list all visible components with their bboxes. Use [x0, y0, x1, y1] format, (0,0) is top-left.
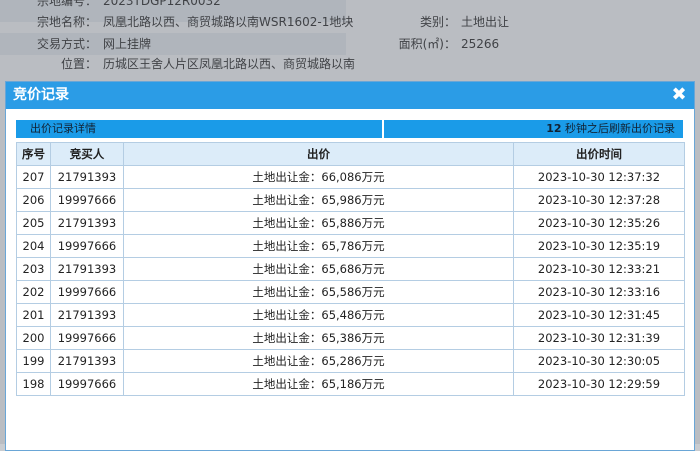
cell-no: 201: [16, 303, 51, 327]
cell-bidder: 19997666: [50, 372, 124, 396]
header-time: 出价时间: [513, 142, 685, 166]
cell-no: 203: [16, 257, 51, 281]
cell-time: 2023-10-30 12:31:45: [513, 303, 685, 327]
cell-no: 199: [16, 349, 51, 373]
cell-no: 198: [16, 372, 51, 396]
cell-price: 土地出让金：65,186万元: [123, 372, 514, 396]
cell-price: 土地出让金：65,686万元: [123, 257, 514, 281]
cell-price: 土地出让金：65,986万元: [123, 188, 514, 212]
cell-price: 土地出让金：65,386万元: [123, 326, 514, 350]
cell-bidder: 21791393: [50, 303, 124, 327]
table-row: 207 21791393 土地出让金：66,086万元 2023-10-30 12:3…: [16, 165, 685, 189]
cell-price: 土地出让金：66,086万元: [123, 165, 514, 189]
table-row: 200 19997666 土地出让金：65,386万元 2023-10-30 12:3…: [16, 326, 685, 350]
cell-no: 206: [16, 188, 51, 212]
dialog-header: 竞价记录 ✖: [6, 82, 694, 109]
close-icon[interactable]: ✖: [670, 86, 688, 104]
cell-bidder: 19997666: [50, 280, 124, 304]
cell-time: 2023-10-30 12:37:32: [513, 165, 685, 189]
table-row: 205 21791393 土地出让金：65,886万元 2023-10-30 12:3…: [16, 211, 685, 235]
cell-bidder: 19997666: [50, 234, 124, 258]
cell-time: 2023-10-30 12:37:28: [513, 188, 685, 212]
cell-no: 204: [16, 234, 51, 258]
cell-time: 2023-10-30 12:31:39: [513, 326, 685, 350]
table-row: 204 19997666 土地出让金：65,786万元 2023-10-30 12:3…: [16, 234, 685, 258]
cell-bidder: 19997666: [50, 188, 124, 212]
cell-bidder: 21791393: [50, 165, 124, 189]
cell-no: 207: [16, 165, 51, 189]
cell-time: 2023-10-30 12:35:26: [513, 211, 685, 235]
table-row: 199 21791393 土地出让金：65,286万元 2023-10-30 12:3…: [16, 349, 685, 373]
cell-price: 土地出让金：65,586万元: [123, 280, 514, 304]
bid-table: 序号 竞买人 出价 出价时间 207 21791393 土地出让金：66,086万元…: [16, 142, 685, 396]
refresh-countdown: 12 秒钟之后刷新出价记录: [546, 120, 675, 138]
dialog-title: 竞价记录: [13, 87, 69, 103]
cell-no: 202: [16, 280, 51, 304]
table-row: 198 19997666 土地出让金：65,186万元 2023-10-30 12:2…: [16, 372, 685, 396]
refresh-countdown-seconds: 12: [546, 122, 562, 135]
cell-bidder: 19997666: [50, 326, 124, 350]
table-header-row: 序号 竞买人 出价 出价时间: [16, 142, 685, 166]
cell-bidder: 21791393: [50, 211, 124, 235]
cell-bidder: 21791393: [50, 257, 124, 281]
dialog-body: 出价记录详情 12 秒钟之后刷新出价记录 序号 竞买人 出价 出价时间 207 …: [6, 109, 694, 450]
bid-details-bar: 出价记录详情 12 秒钟之后刷新出价记录: [16, 120, 683, 138]
bid-record-dialog: 竞价记录 ✖ 出价记录详情 12 秒钟之后刷新出价记录 序号 竞买人 出价 出价…: [5, 81, 695, 451]
table-row: 202 19997666 土地出让金：65,586万元 2023-10-30 12:3…: [16, 280, 685, 304]
table-row: 203 21791393 土地出让金：65,686万元 2023-10-30 12:3…: [16, 257, 685, 281]
header-no: 序号: [16, 142, 51, 166]
cell-price: 土地出让金：65,486万元: [123, 303, 514, 327]
header-price: 出价: [123, 142, 514, 166]
cell-price: 土地出让金：65,886万元: [123, 211, 514, 235]
cell-time: 2023-10-30 12:33:21: [513, 257, 685, 281]
cell-time: 2023-10-30 12:35:19: [513, 234, 685, 258]
bid-table-wrapper: 序号 竞买人 出价 出价时间 207 21791393 土地出让金：66,086万元…: [16, 142, 685, 396]
cell-bidder: 21791393: [50, 349, 124, 373]
header-bidder: 竞买人: [50, 142, 124, 166]
refresh-countdown-text: 秒钟之后刷新出价记录: [561, 122, 675, 135]
cell-price: 土地出让金：65,786万元: [123, 234, 514, 258]
cell-time: 2023-10-30 12:33:16: [513, 280, 685, 304]
cell-price: 土地出让金：65,286万元: [123, 349, 514, 373]
table-row: 201 21791393 土地出让金：65,486万元 2023-10-30 12:3…: [16, 303, 685, 327]
cell-time: 2023-10-30 12:29:59: [513, 372, 685, 396]
bid-details-title: 出价记录详情: [16, 120, 384, 138]
cell-time: 2023-10-30 12:30:05: [513, 349, 685, 373]
table-row: 206 19997666 土地出让金：65,986万元 2023-10-30 12:3…: [16, 188, 685, 212]
cell-no: 205: [16, 211, 51, 235]
cell-no: 200: [16, 326, 51, 350]
